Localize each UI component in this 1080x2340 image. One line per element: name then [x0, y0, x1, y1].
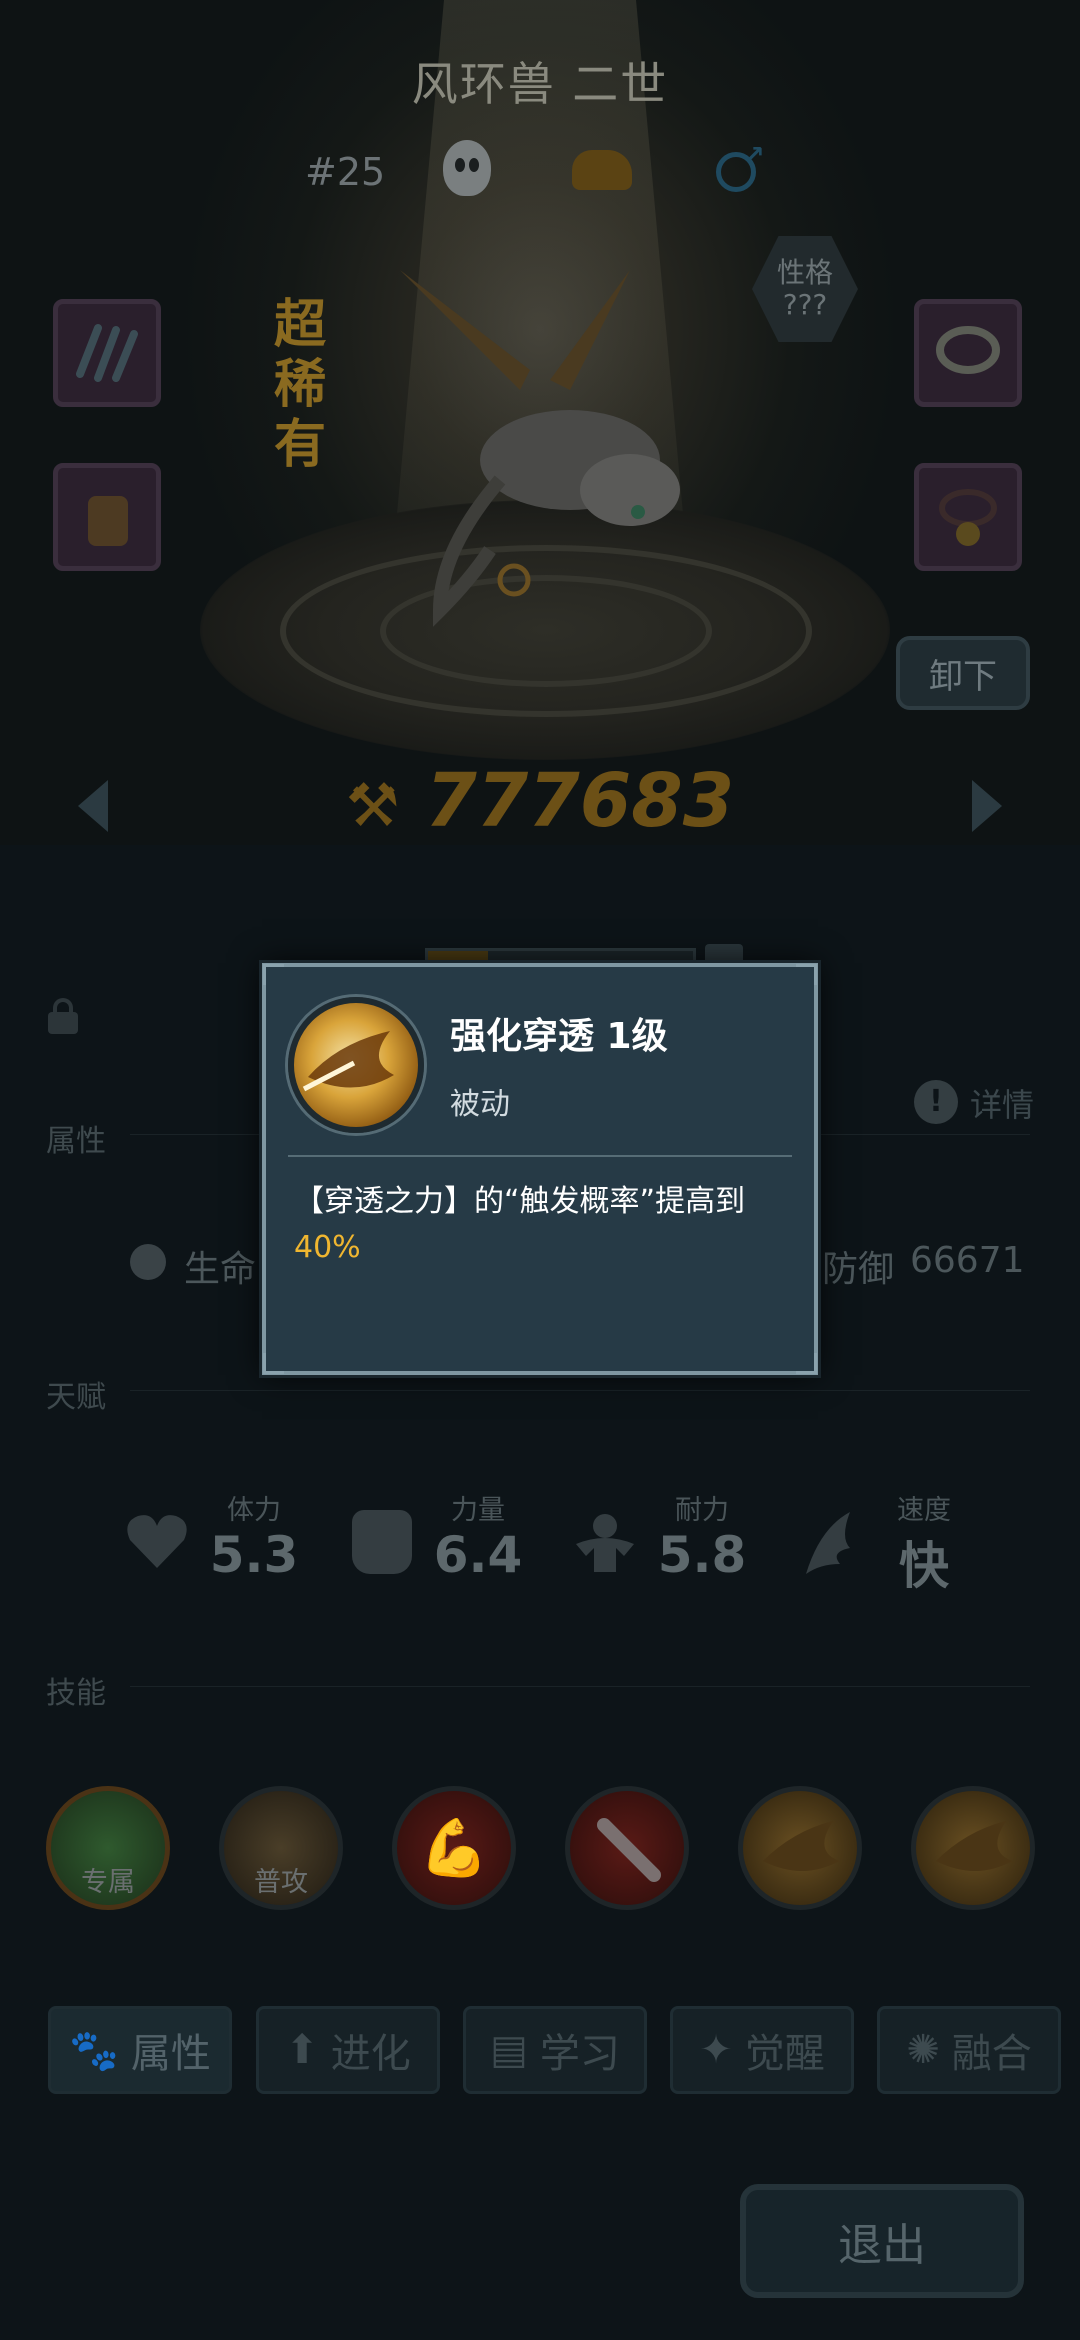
personality-value: ???	[782, 288, 828, 321]
combat-power: ⚒ 777683	[0, 758, 1080, 844]
talent-label: 体力	[227, 1495, 281, 1526]
evolve-arrow-icon: ⬆	[285, 2027, 319, 2073]
power-value: 777683	[425, 758, 735, 844]
skill-sword[interactable]	[565, 1786, 689, 1910]
equip-slot-necklace[interactable]	[914, 299, 1022, 407]
personality-label: 性格	[776, 256, 833, 289]
talent-value: 6.4	[433, 1526, 523, 1584]
defense-label: 防御	[822, 1249, 895, 1290]
tab-awaken[interactable]: ✦ 觉醒	[670, 2006, 854, 2094]
talent-value: 快	[899, 1537, 949, 1595]
sword-icon	[597, 1818, 661, 1882]
rarity-label: 超稀有	[273, 295, 326, 475]
unequip-button[interactable]: 卸下	[896, 636, 1030, 710]
divider	[130, 1390, 1030, 1391]
skill-title: 强化穿透 1级	[450, 1016, 668, 1057]
pierce-icon	[763, 1821, 839, 1871]
awaken-icon: ✦	[699, 2027, 733, 2073]
pet-name: 风环兽 二世	[411, 57, 669, 111]
paw-icon: 🐾	[69, 2027, 119, 2074]
divider	[130, 1686, 1030, 1687]
talent-value: 5.8	[657, 1526, 747, 1584]
life-label: 生命	[184, 1249, 257, 1290]
male-icon: ↗	[716, 141, 765, 192]
equip-slot-armor[interactable]	[53, 463, 161, 571]
skill-arm-strength[interactable]: 💪	[392, 1786, 516, 1910]
exit-button[interactable]: 退出	[740, 2184, 1024, 2298]
skill-label: 专属	[81, 1867, 135, 1898]
skill-exclusive[interactable]: 专属	[46, 1786, 170, 1910]
skill-description: 【穿透之力】的“触发概率”提高到 40%	[294, 1179, 794, 1271]
skill-basic-attack[interactable]: 普攻	[219, 1786, 343, 1910]
tab-fusion[interactable]: ✺ 融合	[877, 2006, 1061, 2094]
talent-value: 5.3	[209, 1526, 299, 1584]
power-icon: ⚒	[345, 771, 400, 841]
dialog-divider	[288, 1155, 792, 1157]
skill-label: 普攻	[254, 1867, 308, 1898]
section-skills: 技能	[46, 1676, 106, 1711]
tab-label: 觉醒	[744, 2031, 825, 2077]
tab-label: 进化	[330, 2031, 411, 2077]
arm-strength-icon: 💪	[419, 1816, 489, 1881]
tab-attributes[interactable]: 🐾 属性	[48, 2006, 232, 2094]
skill-effect-value: 40%	[294, 1230, 361, 1265]
dialog-corner	[263, 964, 284, 985]
muscle-icon	[572, 1512, 638, 1574]
book-icon: ▤	[490, 2027, 528, 2073]
element-icon	[443, 140, 491, 196]
dialog-corner	[796, 964, 817, 985]
body-type-icon	[572, 150, 632, 190]
pierce-skill-icon	[288, 997, 424, 1133]
skill-type: 被动	[450, 1087, 510, 1122]
next-pet-arrow[interactable]	[972, 780, 1002, 832]
tab-label: 学习	[539, 2031, 620, 2077]
heart-icon	[124, 1512, 190, 1572]
details-link[interactable]: 详情	[970, 1080, 1034, 1126]
tab-label: 属性	[130, 2031, 211, 2077]
fist-icon	[352, 1510, 412, 1574]
tab-learn[interactable]: ▤ 学习	[463, 2006, 647, 2094]
lock-icon[interactable]	[48, 998, 78, 1034]
fusion-icon: ✺	[906, 2027, 940, 2073]
pet-number: #25	[305, 150, 386, 194]
section-talents: 天赋	[46, 1380, 106, 1415]
pet-creature[interactable]	[380, 250, 700, 630]
section-attributes: 属性	[46, 1124, 106, 1159]
tab-evolve[interactable]: ⬆ 进化	[256, 2006, 440, 2094]
skill-description-text: 【穿透之力】的“触发概率”提高到	[294, 1184, 746, 1219]
wing-icon	[800, 1508, 856, 1578]
skill-pierce[interactable]	[911, 1786, 1035, 1910]
talent-label: 耐力	[675, 1495, 729, 1526]
info-icon[interactable]: !	[914, 1080, 958, 1124]
skill-pierce[interactable]	[738, 1786, 862, 1910]
tab-label: 融合	[951, 2031, 1032, 2077]
dialog-corner	[796, 1353, 817, 1374]
prev-pet-arrow[interactable]	[78, 780, 108, 832]
defense-value: 66671	[910, 1240, 1025, 1281]
talent-label: 速度	[897, 1495, 951, 1526]
dialog-corner	[263, 1353, 284, 1374]
talent-label: 力量	[451, 1495, 505, 1526]
equip-slot-claw[interactable]	[53, 299, 161, 407]
life-icon	[130, 1244, 166, 1280]
equip-slot-bell[interactable]	[914, 463, 1022, 571]
skill-detail-dialog[interactable]: 强化穿透 1级 被动 【穿透之力】的“触发概率”提高到 40%	[262, 963, 818, 1375]
pierce-icon	[936, 1821, 1012, 1871]
